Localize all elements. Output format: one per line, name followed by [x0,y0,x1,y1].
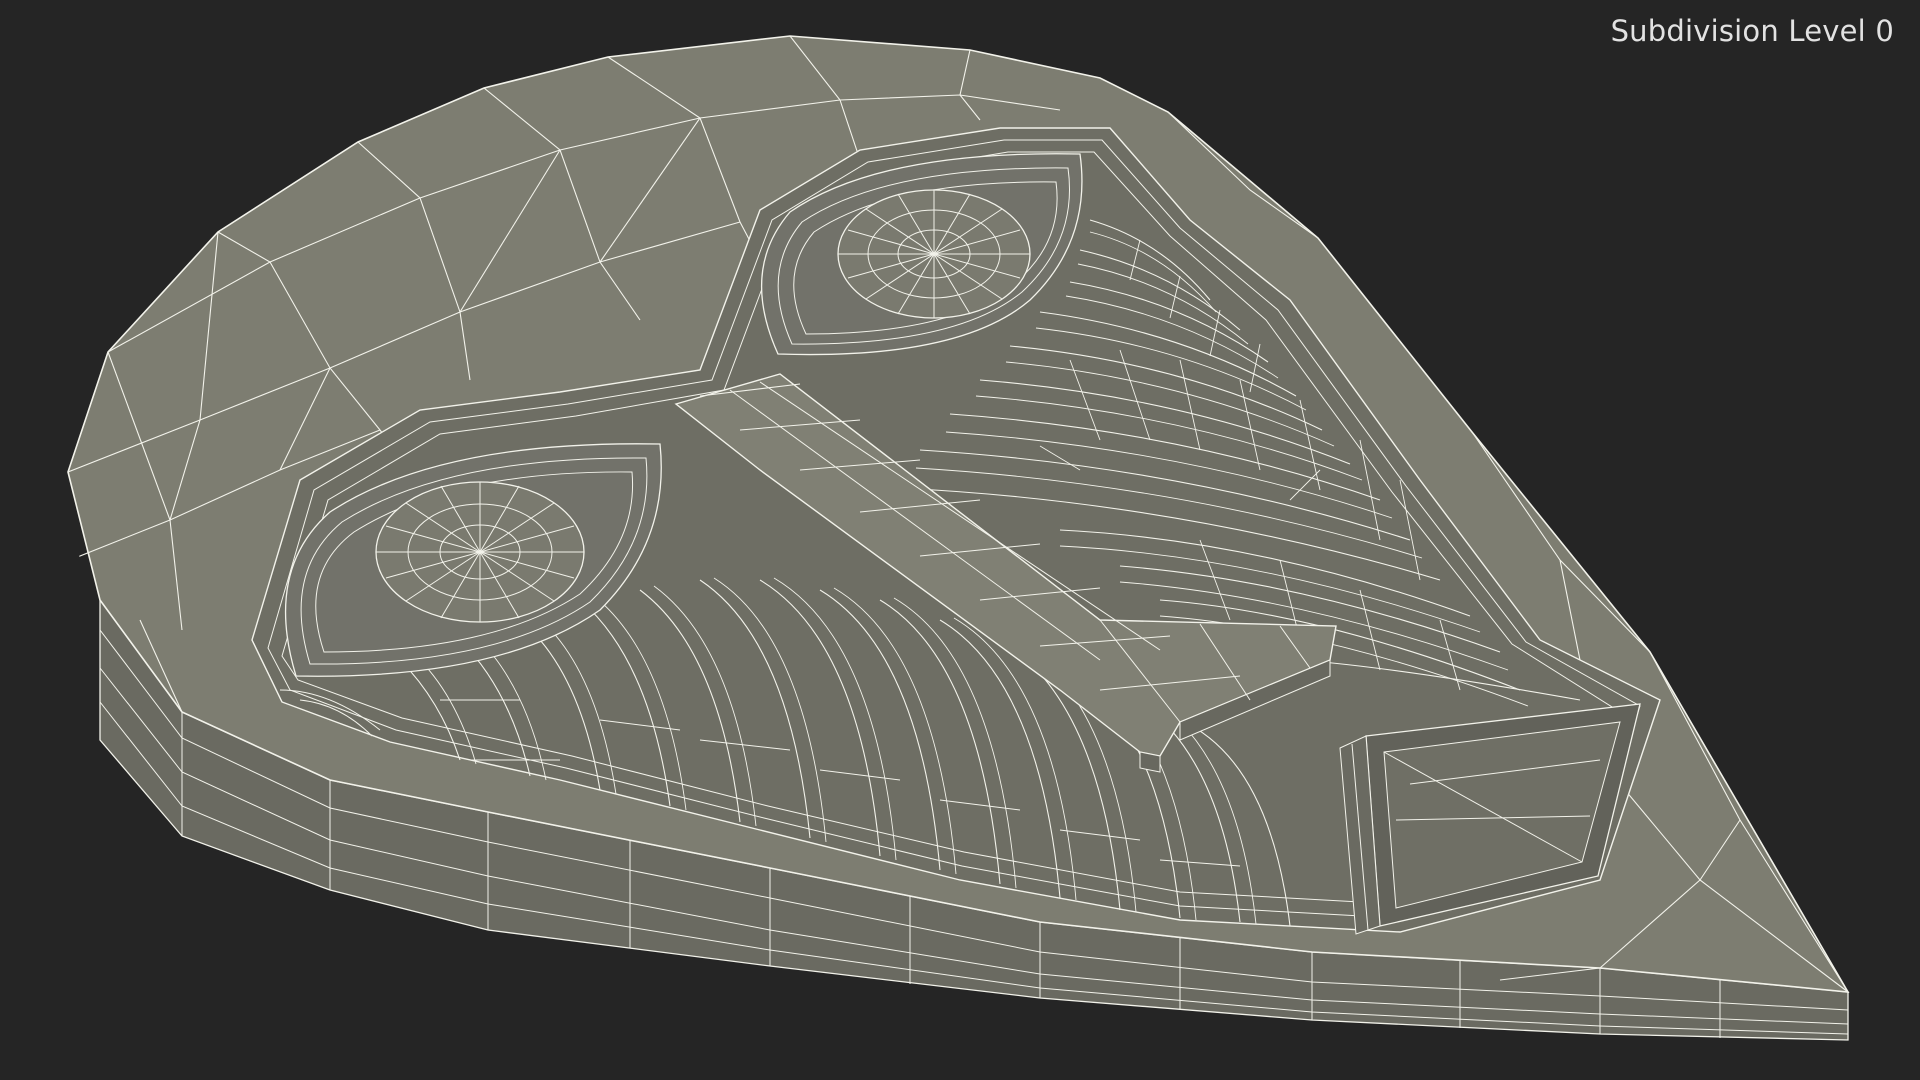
right-pupil [837,189,1031,319]
subdivision-level-label: Subdivision Level 0 [1610,14,1894,48]
3d-viewport[interactable]: Subdivision Level 0 [0,0,1920,1080]
wireframe-model [67,35,1850,1041]
left-pupil [375,481,585,623]
